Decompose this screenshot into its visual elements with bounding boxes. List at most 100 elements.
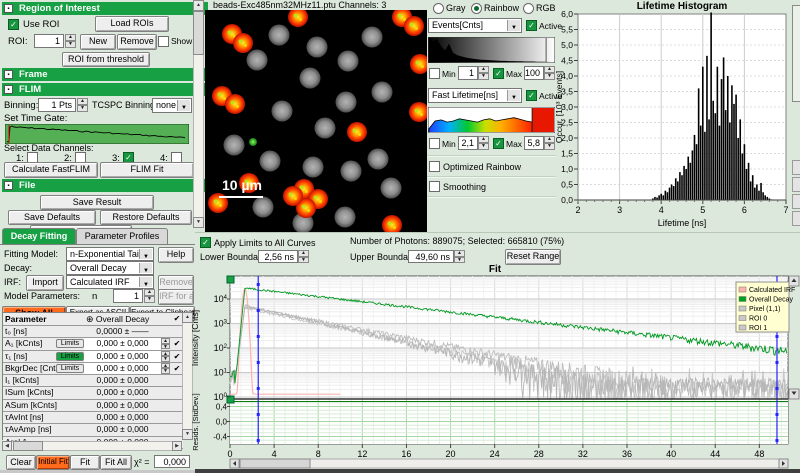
mode-radio-rainbow[interactable] bbox=[471, 3, 482, 14]
lifetime-min-checkbox[interactable] bbox=[429, 138, 440, 149]
roi-number-input[interactable]: 1 bbox=[34, 34, 64, 48]
table-row[interactable]: I₁ [kCnts]0,000 ± 0,000 bbox=[3, 375, 183, 387]
tcspc-binning-select[interactable]: none bbox=[152, 98, 192, 113]
help-button[interactable]: Help bbox=[158, 247, 194, 263]
lifetime-min-stepper[interactable] bbox=[478, 136, 489, 150]
intensity-active-checkbox[interactable] bbox=[526, 20, 537, 31]
table-row[interactable]: τAvInt [ns]0,000 ± 0,000 bbox=[3, 412, 183, 424]
initial-fit-button[interactable]: Initial Fit bbox=[36, 455, 70, 470]
dropdown-arrow-icon[interactable] bbox=[139, 263, 152, 273]
scrollbar-thumb[interactable] bbox=[193, 11, 204, 55]
dropdown-arrow-icon[interactable] bbox=[177, 100, 190, 111]
intensity-min-input[interactable]: 1 bbox=[458, 66, 478, 80]
fitting-model-select[interactable]: n-Exponential Tailfit bbox=[66, 247, 154, 261]
n-stepper[interactable] bbox=[144, 289, 155, 303]
lifetime-histogram[interactable]: 2345670,00,51,01,52,02,53,03,54,04,55,05… bbox=[556, 0, 790, 232]
mode-radio-rgb[interactable] bbox=[523, 3, 534, 14]
show-all-checkbox[interactable] bbox=[158, 36, 169, 47]
flim-section-header[interactable]: FLIM bbox=[2, 83, 208, 96]
param-value[interactable]: 0,000 ± 0,000 bbox=[84, 351, 162, 362]
use-roi-checkbox[interactable] bbox=[8, 19, 19, 30]
collapse-icon[interactable] bbox=[4, 181, 13, 190]
intensity-max-checkbox[interactable] bbox=[493, 68, 504, 79]
upper-boundary-stepper[interactable] bbox=[454, 250, 465, 263]
lifetime-max-stepper[interactable] bbox=[544, 136, 555, 150]
roi-number-stepper[interactable] bbox=[65, 34, 76, 48]
load-rois-button[interactable]: Load ROIs bbox=[95, 16, 169, 32]
scroll-up-icon[interactable]: ▲ bbox=[193, 0, 204, 11]
value-stepper[interactable] bbox=[161, 351, 170, 362]
table-row[interactable]: BkgrDec [Cnts]Limits0,000 ± 0,000✔ bbox=[3, 363, 183, 375]
dropdown-arrow-icon[interactable] bbox=[139, 277, 152, 287]
dropdown-arrow-icon[interactable] bbox=[139, 249, 152, 259]
value-stepper[interactable] bbox=[161, 363, 170, 374]
flim-image[interactable]: 10 µm bbox=[205, 10, 427, 232]
irf-for-all-button[interactable]: IRF for all bbox=[158, 289, 194, 305]
limits-button[interactable]: Limits bbox=[56, 352, 84, 361]
remove-roi-button[interactable]: Remove bbox=[117, 34, 157, 50]
lifetime-max-input[interactable]: 5,8 bbox=[524, 136, 544, 150]
intensity-channel-select[interactable]: Events[Cnts] bbox=[428, 18, 522, 33]
collapse-icon[interactable] bbox=[4, 70, 13, 79]
limits-button[interactable]: Limits bbox=[56, 364, 84, 373]
table-row[interactable]: τAvAmp [ns]0,000 ± 0,000 bbox=[3, 424, 183, 436]
clear-button[interactable]: Clear bbox=[6, 455, 36, 470]
n-input[interactable]: 1 bbox=[113, 289, 143, 303]
calculate-fastflim-button[interactable]: Calculate FastFLIM bbox=[4, 162, 98, 178]
frame-section-header[interactable]: Frame bbox=[2, 68, 208, 81]
binning-input[interactable]: 1 Pts bbox=[38, 98, 76, 112]
scrollbar-thumb[interactable] bbox=[13, 441, 43, 451]
apply-limits-checkbox[interactable] bbox=[200, 237, 211, 248]
lower-boundary-stepper[interactable] bbox=[298, 250, 309, 263]
lifetime-active-checkbox[interactable] bbox=[526, 90, 537, 101]
intensity-max-input[interactable]: 100 bbox=[524, 66, 544, 80]
lower-boundary-input[interactable]: 2,56 ns bbox=[258, 250, 298, 263]
fit-all-button[interactable]: Fit All bbox=[100, 455, 132, 470]
restore-defaults-button[interactable]: Restore Defaults bbox=[100, 210, 192, 225]
limits-button[interactable]: Limits bbox=[56, 339, 84, 348]
clipped-button[interactable] bbox=[792, 160, 800, 175]
intensity-gradient-strip[interactable] bbox=[428, 37, 555, 63]
param-value[interactable]: 0,000 ± 0,000 bbox=[84, 338, 162, 349]
value-col-header[interactable]: Overall Decay bbox=[84, 313, 163, 325]
fit-plot[interactable]: Calculated IRFOverall DecayPixel (1,1)RO… bbox=[190, 274, 800, 473]
table-row[interactable]: t₀ [ns]0,0000 ± —— bbox=[3, 326, 183, 338]
scroll-left-icon[interactable]: ◀ bbox=[2, 441, 12, 451]
collapse-icon[interactable] bbox=[4, 4, 13, 13]
table-row[interactable]: τ₁ [ns]Limits0,000 ± 0,000✔ bbox=[3, 351, 183, 363]
irf-select[interactable]: Calculated IRF bbox=[66, 275, 154, 289]
scroll-right-icon[interactable]: ▶ bbox=[172, 441, 182, 451]
dropdown-arrow-icon[interactable] bbox=[507, 90, 520, 101]
table-row[interactable]: ASum [kCnts]0,000 ± 0,000 bbox=[3, 400, 183, 412]
intensity-max-stepper[interactable] bbox=[544, 66, 555, 80]
dropdown-arrow-icon[interactable] bbox=[507, 20, 520, 31]
scroll-down-icon[interactable]: ▼ bbox=[193, 217, 204, 228]
lifetime-min-input[interactable]: 2,1 bbox=[458, 136, 478, 150]
lifetime-max-checkbox[interactable] bbox=[493, 138, 504, 149]
tab-decay-fitting[interactable]: Decay Fitting bbox=[2, 228, 76, 245]
clipped-button[interactable] bbox=[792, 194, 800, 209]
save-result-button[interactable]: Save Result bbox=[40, 195, 154, 210]
clipped-button[interactable] bbox=[792, 177, 800, 192]
file-section-header[interactable]: File bbox=[2, 179, 208, 192]
collapse-icon[interactable] bbox=[4, 85, 13, 94]
lifetime-channel-select[interactable]: Fast Lifetime[ns] bbox=[428, 88, 522, 103]
save-defaults-button[interactable]: Save Defaults bbox=[8, 210, 96, 225]
reset-range-button[interactable]: Reset Range bbox=[505, 249, 561, 265]
param-value[interactable]: 0,000 ± 0,000 bbox=[84, 363, 162, 374]
time-gate-chart[interactable] bbox=[5, 124, 189, 144]
binning-stepper[interactable] bbox=[77, 98, 88, 112]
decay-select[interactable]: Overall Decay bbox=[66, 261, 154, 275]
intensity-min-checkbox[interactable] bbox=[429, 68, 440, 79]
intensity-min-stepper[interactable] bbox=[478, 66, 489, 80]
value-stepper[interactable] bbox=[161, 338, 170, 349]
fit-button[interactable]: Fit bbox=[70, 455, 100, 470]
tab-parameter-profiles[interactable]: Parameter Profiles bbox=[76, 228, 168, 245]
new-roi-button[interactable]: New bbox=[80, 34, 116, 50]
irf-import-button[interactable]: Import bbox=[26, 275, 64, 291]
smoothing-checkbox[interactable] bbox=[429, 181, 440, 192]
table-row[interactable]: ISum [kCnts]0,000 ± 0,000 bbox=[3, 387, 183, 399]
optimized-rainbow-checkbox[interactable] bbox=[429, 161, 440, 172]
upper-boundary-input[interactable]: 49,60 ns bbox=[408, 250, 454, 263]
clipped-button[interactable] bbox=[792, 211, 800, 226]
